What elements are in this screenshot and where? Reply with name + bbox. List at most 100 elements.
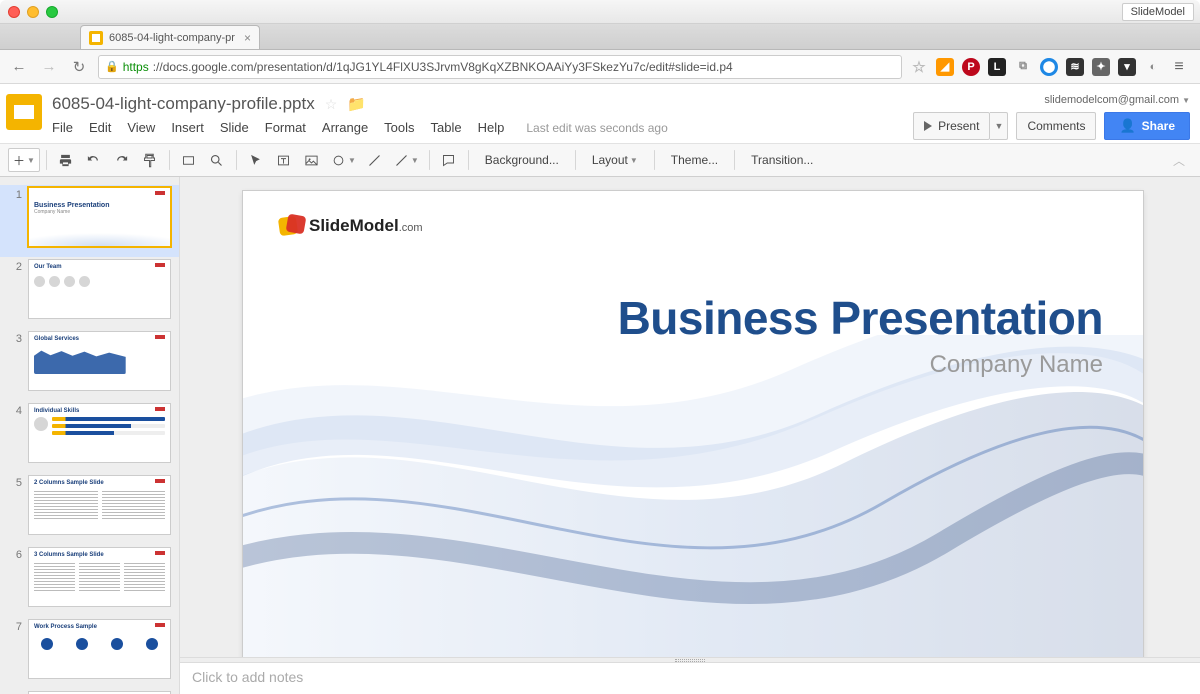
extension-generic-1-icon[interactable]: ⧉ bbox=[1014, 58, 1032, 76]
browser-toolbar: ← → ↻ 🔒 https://docs.google.com/presenta… bbox=[0, 50, 1200, 84]
menu-edit[interactable]: Edit bbox=[89, 120, 111, 135]
chrome-menu-icon[interactable]: ≡ bbox=[1170, 58, 1188, 76]
workspace: 1 Business Presentation Company Name 2 O… bbox=[0, 177, 1200, 694]
address-bar[interactable]: 🔒 https://docs.google.com/presentation/d… bbox=[98, 55, 902, 79]
chrome-profile-badge[interactable]: SlideModel bbox=[1122, 3, 1194, 21]
browser-tab-active[interactable]: 6085-04-light-company-pr × bbox=[80, 25, 260, 49]
background-button[interactable]: Background... bbox=[475, 147, 569, 173]
menu-format[interactable]: Format bbox=[265, 120, 306, 135]
select-tool-button[interactable] bbox=[243, 147, 269, 173]
menu-view[interactable]: View bbox=[127, 120, 155, 135]
thumbnail-row: 6 3 Columns Sample Slide bbox=[0, 545, 179, 617]
move-to-folder-icon[interactable]: 📁 bbox=[347, 95, 366, 113]
canvas-scroll[interactable]: SlideModel.com Business Presentation Com… bbox=[180, 177, 1200, 657]
image-button[interactable] bbox=[299, 147, 325, 173]
toolbar-separator bbox=[236, 150, 237, 170]
account-email[interactable]: slidemodelcom@gmail.com ▼ bbox=[913, 94, 1190, 106]
layout-button[interactable]: Layout▼ bbox=[582, 147, 648, 173]
forward-button[interactable]: → bbox=[38, 56, 60, 78]
thumbnail-slide-6[interactable]: 3 Columns Sample Slide bbox=[28, 547, 171, 607]
thumbnail-slide-1[interactable]: Business Presentation Company Name bbox=[28, 187, 171, 247]
undo-button[interactable] bbox=[81, 147, 107, 173]
extension-analytics-icon[interactable]: ◢ bbox=[936, 58, 954, 76]
extension-buffer-icon[interactable]: ≋ bbox=[1066, 58, 1084, 76]
thumbnail-number: 3 bbox=[8, 331, 22, 391]
toolbar-separator bbox=[429, 150, 430, 170]
textbox-button[interactable] bbox=[271, 147, 297, 173]
present-button[interactable]: Present bbox=[913, 112, 990, 140]
thumbnail-slide-7[interactable]: Work Process Sample bbox=[28, 619, 171, 679]
collapse-toolbar-button[interactable]: ︿ bbox=[1166, 147, 1192, 173]
thumbnail-number: 6 bbox=[8, 547, 22, 607]
thumbnail-slide-3[interactable]: Global Services bbox=[28, 331, 171, 391]
thumbnail-panel[interactable]: 1 Business Presentation Company Name 2 O… bbox=[0, 177, 180, 694]
menu-tools[interactable]: Tools bbox=[384, 120, 414, 135]
thumbnail-slide-2[interactable]: Our Team bbox=[28, 259, 171, 319]
new-slide-button[interactable]: ＋▼ bbox=[8, 148, 40, 172]
menubar: File Edit View Insert Slide Format Arran… bbox=[52, 114, 903, 143]
extension-l-icon[interactable]: L bbox=[988, 58, 1006, 76]
menu-file[interactable]: File bbox=[52, 120, 73, 135]
redo-button[interactable] bbox=[109, 147, 135, 173]
menu-slide[interactable]: Slide bbox=[220, 120, 249, 135]
thumbnail-number: 1 bbox=[8, 187, 22, 247]
zoom-button[interactable] bbox=[204, 147, 230, 173]
extension-pocket-icon[interactable]: ▾ bbox=[1118, 58, 1136, 76]
toolbar-separator bbox=[468, 150, 469, 170]
thumb-logo-icon bbox=[155, 191, 165, 195]
menu-help[interactable]: Help bbox=[478, 120, 505, 135]
star-document-icon[interactable]: ☆ bbox=[325, 96, 338, 113]
avatar-graphic bbox=[34, 417, 48, 431]
window-close-button[interactable] bbox=[8, 6, 20, 18]
toolbar-separator bbox=[46, 150, 47, 170]
print-button[interactable] bbox=[53, 147, 79, 173]
arrow-line-button[interactable]: ▼ bbox=[390, 147, 423, 173]
zoom-fit-button[interactable] bbox=[176, 147, 202, 173]
paint-format-button[interactable] bbox=[137, 147, 163, 173]
thumbnail-slide-5[interactable]: 2 Columns Sample Slide bbox=[28, 475, 171, 535]
two-columns-graphic bbox=[34, 491, 165, 521]
person-add-icon: 👤 bbox=[1119, 118, 1135, 134]
extension-evernote-icon[interactable]: ✦ bbox=[1092, 58, 1110, 76]
menu-arrange[interactable]: Arrange bbox=[322, 120, 368, 135]
toolbar-separator bbox=[734, 150, 735, 170]
slides-app-header: 6085-04-light-company-profile.pptx ☆ 📁 F… bbox=[0, 84, 1200, 143]
menu-table[interactable]: Table bbox=[431, 120, 462, 135]
slide-canvas[interactable]: SlideModel.com Business Presentation Com… bbox=[243, 191, 1143, 657]
present-dropdown-button[interactable]: ▼ bbox=[990, 112, 1008, 140]
google-slides-logo[interactable] bbox=[6, 94, 42, 130]
extension-adblock-icon[interactable]: ⬤ bbox=[1040, 58, 1058, 76]
thumbnail-slide-4[interactable]: Individual Skills bbox=[28, 403, 171, 463]
thumbnail-row: 1 Business Presentation Company Name bbox=[0, 185, 179, 257]
team-avatars-graphic bbox=[34, 276, 165, 287]
tab-close-icon[interactable]: × bbox=[244, 31, 251, 45]
play-icon bbox=[924, 121, 932, 131]
comments-button[interactable]: Comments bbox=[1016, 112, 1096, 140]
window-maximize-button[interactable] bbox=[46, 6, 58, 18]
thumb-logo-icon bbox=[155, 623, 165, 627]
toolbar-separator bbox=[169, 150, 170, 170]
theme-button[interactable]: Theme... bbox=[661, 147, 728, 173]
extension-generic-2-icon[interactable]: ◐ bbox=[1144, 58, 1162, 76]
back-button[interactable]: ← bbox=[8, 56, 30, 78]
document-title[interactable]: 6085-04-light-company-profile.pptx bbox=[52, 94, 315, 114]
transition-button[interactable]: Transition... bbox=[741, 147, 823, 173]
menu-insert[interactable]: Insert bbox=[171, 120, 204, 135]
shape-button[interactable]: ▼ bbox=[327, 147, 360, 173]
slide-subtitle-text[interactable]: Company Name bbox=[618, 351, 1103, 379]
reload-button[interactable]: ↻ bbox=[68, 56, 90, 78]
thumbnail-title: Work Process Sample bbox=[34, 624, 165, 630]
window-minimize-button[interactable] bbox=[27, 6, 39, 18]
mac-titlebar: SlideModel bbox=[0, 0, 1200, 24]
comment-insert-button[interactable] bbox=[436, 147, 462, 173]
toolbar-separator bbox=[654, 150, 655, 170]
thumb-logo-icon bbox=[155, 479, 165, 483]
speaker-notes[interactable]: Click to add notes bbox=[180, 662, 1200, 694]
share-button[interactable]: 👤Share bbox=[1104, 112, 1190, 140]
bookmark-star-icon[interactable]: ☆ bbox=[910, 58, 928, 76]
thumbnail-row: 8 Timeline bbox=[0, 689, 179, 694]
extension-pinterest-icon[interactable]: P bbox=[962, 58, 980, 76]
line-button[interactable] bbox=[362, 147, 388, 173]
three-columns-graphic bbox=[34, 563, 165, 593]
slide-title-text[interactable]: Business Presentation bbox=[618, 291, 1103, 345]
